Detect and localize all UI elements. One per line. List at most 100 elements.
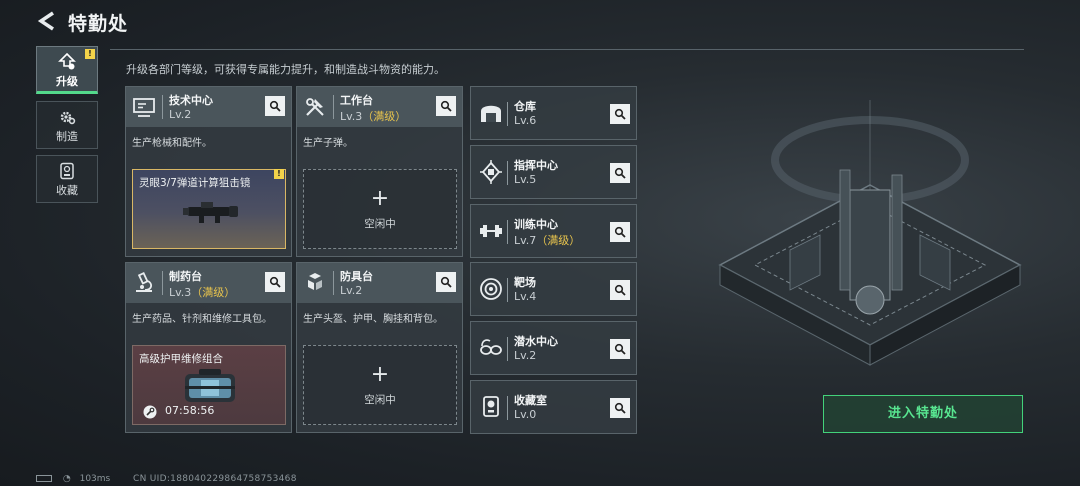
card-level: Lv.2 (340, 284, 363, 297)
item-name: 高级护甲维修组合 (139, 353, 223, 365)
header-divider (110, 49, 1024, 50)
card-description: 生产药品、针剂和维修工具包。 (132, 314, 272, 325)
card-title: 收藏室 (514, 394, 547, 407)
inspect-button[interactable] (610, 163, 630, 183)
plus-icon: + (370, 362, 390, 387)
wifi-icon: ◔ (62, 474, 71, 484)
inspect-button[interactable] (610, 280, 630, 300)
armor-icon (308, 273, 322, 290)
divider (507, 102, 508, 126)
inspect-button[interactable] (436, 96, 456, 116)
production-slot[interactable]: 高级护甲维修组合 07:58:56 (132, 345, 286, 425)
divider (333, 271, 334, 295)
search-icon (614, 167, 626, 179)
card-description: 生产枪械和配件。 (132, 138, 212, 149)
divider (507, 220, 508, 244)
gear-icon (60, 111, 76, 125)
inspect-button[interactable] (436, 272, 456, 292)
department-card-diving-center[interactable]: 潜水中心 Lv.2 (470, 321, 637, 375)
card-title: 指挥中心 (514, 159, 558, 172)
battery-icon (36, 475, 52, 482)
card-title: 技术中心 (169, 94, 213, 107)
nav-craft-tab[interactable]: 制造 (36, 101, 98, 149)
divider (507, 278, 508, 302)
card-header: 技术中心 Lv.2 (126, 87, 291, 127)
card-level: Lv.2 (169, 108, 192, 121)
tools-icon (306, 98, 324, 116)
card-level: Lv.3（满级） (169, 286, 236, 299)
search-icon (614, 343, 626, 355)
card-title: 仓库 (514, 100, 536, 113)
divider (162, 95, 163, 119)
divider (507, 161, 508, 185)
idle-production-slot[interactable]: + 空闲中 (303, 169, 457, 249)
card-title: 工作台 (340, 94, 373, 107)
department-card-collection-room[interactable]: 收藏室 Lv.0 (470, 380, 637, 434)
idle-production-slot[interactable]: + 空闲中 (303, 345, 457, 425)
search-icon (614, 226, 626, 238)
ping-value: 103ms (79, 474, 111, 484)
search-icon (614, 108, 626, 120)
search-icon (269, 276, 281, 288)
card-level: Lv.3（满级） (340, 110, 407, 123)
card-title: 制药台 (169, 270, 202, 283)
nav-collection-tab[interactable]: 收藏 (36, 155, 98, 203)
inspect-button[interactable] (265, 272, 285, 292)
card-title: 训练中心 (514, 218, 558, 231)
countdown-timer: 07:58:56 (165, 404, 215, 417)
nav-upgrade-tab[interactable]: 升级 ! (36, 46, 98, 94)
search-icon (440, 276, 452, 288)
scope-image-icon (183, 202, 238, 223)
divider (507, 337, 508, 361)
card-description: 生产子弹。 (303, 138, 353, 149)
card-level: Lv.5 (514, 173, 537, 186)
inspect-button[interactable] (265, 96, 285, 116)
goggles-icon (480, 339, 502, 355)
status-bar: ◔ 103ms (36, 474, 110, 484)
card-header: 工作台 Lv.3（满级） (297, 87, 462, 127)
inspect-button[interactable] (610, 104, 630, 124)
search-icon (614, 402, 626, 414)
card-header: 防具台 Lv.2 (297, 263, 462, 303)
plus-icon: + (370, 186, 390, 211)
back-arrow-icon[interactable] (36, 10, 58, 32)
card-title: 靶场 (514, 276, 536, 289)
nav-label: 升级 (56, 75, 78, 88)
user-uid: CN UID:18804022986475875346​8 (133, 474, 297, 484)
department-card-warehouse[interactable]: 仓库 Lv.6 (470, 86, 637, 140)
target-icon (480, 278, 502, 300)
idle-label: 空闲中 (364, 218, 396, 230)
department-card-shooting-range[interactable]: 靶场 Lv.4 (470, 262, 637, 316)
card-header: 制药台 Lv.3（满级） (126, 263, 291, 303)
inspect-button[interactable] (610, 398, 630, 418)
search-icon (269, 100, 281, 112)
trophy-icon (483, 396, 499, 417)
search-icon (614, 284, 626, 296)
page-description: 升级各部门等级，可获得专属能力提升，和制造战斗物资的能力。 (126, 63, 445, 76)
base-building-illustration (718, 100, 1022, 366)
idle-label: 空闲中 (364, 394, 396, 406)
inspect-button[interactable] (610, 222, 630, 242)
department-card-tech-center[interactable]: 技术中心 Lv.2 生产枪械和配件。 灵眼3/7弹道计算狙击镜 ! (125, 86, 292, 257)
nav-label: 制造 (56, 130, 78, 143)
inspect-button[interactable] (610, 339, 630, 359)
production-slot[interactable]: 灵眼3/7弹道计算狙击镜 ! (132, 169, 286, 249)
dumbbell-icon (480, 225, 502, 237)
card-description: 生产头盔、护甲、胸挂和背包。 (303, 314, 443, 325)
card-level: Lv.4 (514, 290, 537, 303)
upgrade-icon (58, 53, 76, 70)
department-card-command-center[interactable]: 指挥中心 Lv.5 (470, 145, 637, 199)
card-title: 防具台 (340, 270, 373, 283)
department-card-pharmacy[interactable]: 制药台 Lv.3（满级） 生产药品、针剂和维修工具包。 高级护甲维修组合 07:… (125, 262, 292, 433)
department-card-armor-bench[interactable]: 防具台 Lv.2 生产头盔、护甲、胸挂和背包。 + 空闲中 (296, 262, 463, 433)
alert-badge: ! (274, 169, 284, 179)
card-level: Lv.7（满级） (514, 234, 581, 247)
department-card-training-center[interactable]: 训练中心 Lv.7（满级） (470, 204, 637, 258)
wrench-icon (143, 405, 157, 419)
microscope-icon (136, 272, 152, 292)
department-card-workbench[interactable]: 工作台 Lv.3（满级） 生产子弹。 + 空闲中 (296, 86, 463, 257)
repair-kit-image-icon (185, 369, 235, 402)
enter-special-ops-button[interactable]: 进入特勤处 (823, 395, 1023, 433)
monitor-icon (133, 98, 155, 117)
collection-icon (60, 162, 74, 180)
